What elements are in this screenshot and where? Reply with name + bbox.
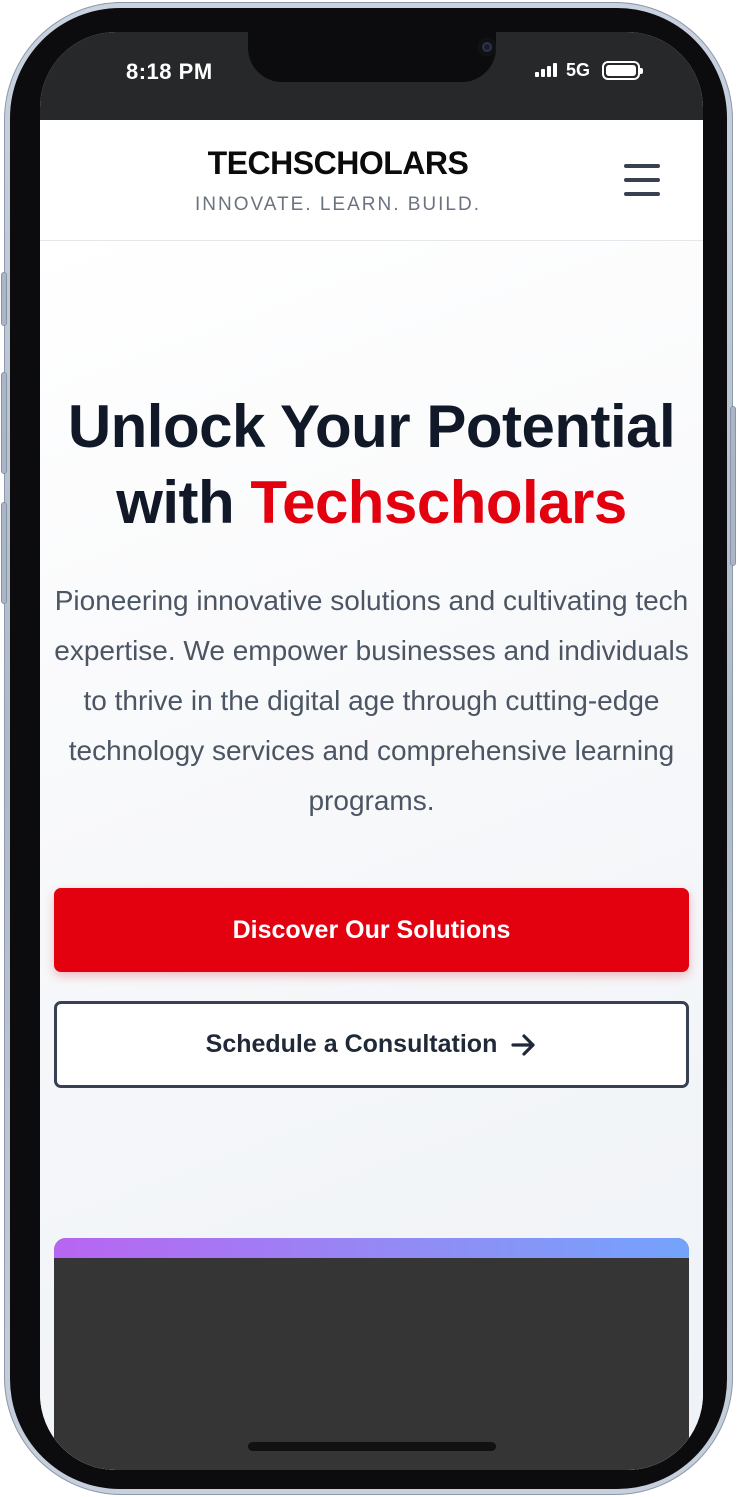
discover-solutions-button[interactable]: Discover Our Solutions xyxy=(54,888,689,972)
front-camera-icon xyxy=(478,38,496,56)
hero-title-prefix: with xyxy=(116,469,235,536)
mute-switch xyxy=(1,272,7,326)
arrow-right-icon xyxy=(511,1033,535,1056)
hamburger-menu-icon[interactable] xyxy=(618,160,666,200)
network-type: 5G xyxy=(566,60,591,80)
schedule-consultation-label: Schedule a Consultation xyxy=(205,1030,498,1058)
hero-title-accent: Techscholars xyxy=(250,469,627,536)
brand-logo-text[interactable]: TECHSCHOLARS xyxy=(40,145,636,182)
home-indicator[interactable] xyxy=(248,1442,496,1451)
hero-title: Unlock Your Potential with Techscholars xyxy=(40,389,703,541)
gradient-accent-bar xyxy=(54,1238,689,1258)
media-preview-card xyxy=(54,1238,689,1470)
hero-description: Pioneering innovative solutions and cult… xyxy=(54,585,689,816)
phone-screen: 8:18 PM 5G TECHSCHOLARS INNOVATE. LEARN.… xyxy=(40,32,703,1470)
volume-down-button xyxy=(1,502,7,604)
power-button xyxy=(730,406,736,566)
hero-title-line1: Unlock Your Potential xyxy=(67,393,676,460)
battery-full-icon xyxy=(602,61,643,80)
notch xyxy=(248,32,496,82)
volume-up-button xyxy=(1,372,7,474)
site-header: TECHSCHOLARS INNOVATE. LEARN. BUILD. xyxy=(40,120,703,241)
status-time: 8:18 PM xyxy=(126,59,213,84)
schedule-consultation-button[interactable]: Schedule a Consultation xyxy=(54,1001,689,1088)
hero-section: Unlock Your Potential with Techscholars … xyxy=(40,241,703,1470)
brand-tagline: INNOVATE. LEARN. BUILD. xyxy=(194,194,481,215)
discover-solutions-label: Discover Our Solutions xyxy=(232,915,511,944)
cellular-signal-icon xyxy=(535,63,559,77)
status-bar: 8:18 PM 5G xyxy=(40,32,703,120)
